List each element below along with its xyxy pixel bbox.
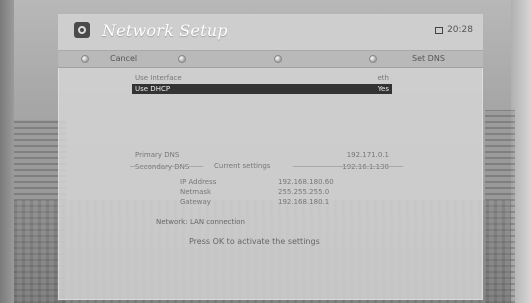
setting-label: Secondary DNS <box>135 163 190 171</box>
setting-value: Yes <box>377 85 389 93</box>
blue-button-icon[interactable] <box>369 55 377 63</box>
network-value: LAN connection <box>190 218 245 226</box>
network-label: Network: <box>156 218 188 226</box>
netmask-label: Netmask <box>180 188 212 196</box>
setting-label: Use DHCP <box>135 85 171 93</box>
setting-value: eth <box>377 74 390 82</box>
panel-header: Network Setup 20:28 <box>58 14 483 50</box>
divider-right <box>293 166 403 167</box>
cancel-button[interactable]: Cancel <box>110 54 137 63</box>
instruction-text: Press OK to activate the settings <box>189 237 320 246</box>
gateway-label: Gateway <box>180 198 211 206</box>
setting-label: Primary DNS <box>135 151 180 159</box>
tv-screen: Network Setup 20:28 Cancel Set DNS Use I… <box>0 0 531 303</box>
green-button-icon[interactable] <box>178 55 186 63</box>
gateway-value: 192.168.180.1 <box>278 198 330 206</box>
setting-value: 192.16.1.138 <box>342 163 389 171</box>
clock-time: 20:28 <box>447 25 473 35</box>
divider-left <box>130 166 203 167</box>
color-button-bar: Cancel Set DNS <box>58 50 483 68</box>
clock: 20:28 <box>435 25 473 35</box>
current-settings-header: Current settings <box>214 162 271 170</box>
set-dns-button[interactable]: Set DNS <box>412 54 445 63</box>
network-setup-panel: Network Setup 20:28 Cancel Set DNS Use I… <box>58 14 483 300</box>
gear-icon <box>74 22 90 38</box>
ip-address-value: 192.168.180.60 <box>278 178 334 186</box>
red-button-icon[interactable] <box>81 55 89 63</box>
screen-bezel-left <box>0 0 14 303</box>
setting-label: Use Interface <box>135 74 182 82</box>
netmask-value: 255.255.255.0 <box>278 188 330 196</box>
clock-icon <box>435 26 444 34</box>
ip-address-label: IP Address <box>180 178 217 186</box>
list-item-primary-dns[interactable]: Primary DNS 192.171.0.1 <box>132 150 392 160</box>
setting-value: 192.171.0.1 <box>346 151 389 159</box>
page-title: Network Setup <box>102 21 228 40</box>
list-item-use-interface[interactable]: Use Interface eth <box>132 73 392 83</box>
yellow-button-icon[interactable] <box>274 55 282 63</box>
list-item-use-dhcp[interactable]: Use DHCP Yes <box>132 84 392 94</box>
